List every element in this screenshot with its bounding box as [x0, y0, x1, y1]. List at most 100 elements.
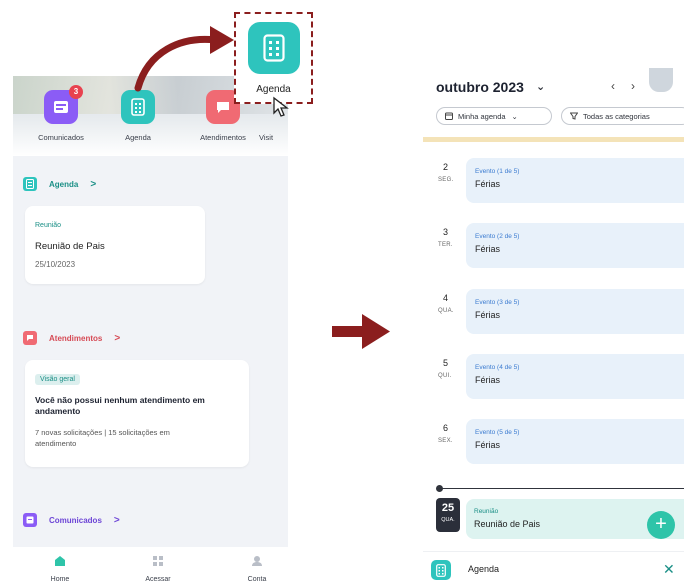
day-number: 25 [441, 502, 455, 514]
bottom-nav: Home Acessar Conta [13, 547, 288, 587]
day-number: 2 [443, 162, 449, 172]
section-title: Agenda [49, 179, 79, 189]
section-agenda[interactable]: Agenda > [23, 177, 96, 191]
filter-categories[interactable]: Todas as categorias [561, 107, 684, 125]
day-weekday: SEX. [438, 438, 453, 444]
day-weekday: SEG. [438, 177, 454, 183]
event-title: Férias [475, 375, 501, 385]
event-category: Reunião [35, 222, 62, 229]
day-row: 4 QUA. Evento (3 de 5) Férias [423, 289, 684, 334]
event-card[interactable]: Evento (5 de 5) Férias [466, 419, 684, 464]
event-card[interactable]: Evento (3 de 5) Férias [466, 289, 684, 334]
notification-badge: 3 [69, 85, 83, 99]
day-number: 4 [443, 293, 449, 303]
nav-label: Home [50, 576, 70, 583]
day-weekday: QUI. [438, 373, 452, 379]
nav-home[interactable]: Home [30, 554, 90, 583]
mouse-pointer-icon [273, 96, 289, 117]
grid-icon [153, 556, 163, 566]
day-weekday: TER. [438, 242, 453, 248]
event-title: Férias [475, 440, 501, 450]
chevron-right-icon: > [90, 178, 97, 190]
section-atendimentos[interactable]: Atendimentos > [23, 331, 120, 345]
event-title: Reunião de Pais [35, 241, 105, 252]
filter-icon [570, 112, 578, 120]
nav-acessar[interactable]: Acessar [128, 554, 188, 583]
event-card[interactable]: Evento (1 de 5) Férias [466, 158, 684, 203]
callout-label: Agenda [256, 84, 291, 95]
event-title: Férias [475, 244, 501, 254]
section-title: Atendimentos [49, 333, 103, 343]
prev-month-button[interactable]: ‹ [611, 79, 615, 93]
today-button[interactable] [649, 68, 673, 92]
filter-label: Todas as categorias [583, 111, 650, 121]
event-card[interactable]: Evento (2 de 5) Férias [466, 223, 684, 268]
agenda-screen: outubro 2023 ⌄ ‹ › Minha agenda ⌄ Todas … [423, 62, 684, 587]
next-month-button[interactable]: › [631, 79, 635, 93]
day-row: 5 QUI. Evento (4 de 5) Férias [423, 354, 684, 399]
curved-arrow-icon [134, 26, 234, 92]
calendar-icon [445, 112, 453, 120]
add-event-button[interactable]: + [647, 511, 675, 539]
day-number: 3 [443, 227, 449, 237]
no-attendance-message: Você não possui nenhum atendimento em an… [35, 395, 205, 416]
event-line: Evento (4 de 5) [475, 364, 520, 371]
agenda-icon [121, 90, 155, 124]
home-icon [55, 556, 65, 566]
home-screen: 3 Comunicados Agenda Atendimentos Visit … [13, 76, 288, 587]
month-title[interactable]: outubro 2023 [436, 79, 524, 95]
chevron-down-icon[interactable]: ⌄ [536, 80, 545, 93]
day-weekday: QUA. [438, 308, 454, 314]
event-category: Reunião [474, 508, 499, 515]
event-card[interactable]: Evento (4 de 5) Férias [466, 354, 684, 399]
day-row: 6 SEX. Evento (5 de 5) Férias [423, 419, 684, 464]
arrow-right-icon [332, 314, 390, 349]
section-title: Comunicados [49, 515, 102, 525]
divider-band [423, 137, 684, 142]
event-title: Férias [475, 310, 501, 320]
overview-pill: Visão geral [35, 374, 80, 385]
nav-conta[interactable]: Conta [227, 554, 287, 583]
agenda-icon [248, 22, 300, 74]
event-line: Evento (3 de 5) [475, 299, 520, 306]
event-title: Reunião de Pais [474, 519, 541, 529]
chevron-right-icon: > [113, 514, 120, 526]
agenda-callout[interactable]: Agenda [234, 12, 313, 104]
sheet-title: Agenda [468, 564, 500, 574]
day-row: 3 TER. Evento (2 de 5) Férias [423, 223, 684, 268]
agenda-card[interactable]: Reunião Reunião de Pais 25/10/2023 [25, 206, 205, 284]
shortcut-agenda[interactable]: Agenda [108, 90, 168, 142]
filter-label: Minha agenda [458, 111, 506, 121]
event-title: Férias [475, 179, 501, 189]
section-comunicados[interactable]: Comunicados > [23, 513, 120, 527]
chevron-right-icon: > [114, 332, 121, 344]
nav-label: Conta [247, 576, 267, 583]
shortcut-label: Visit [259, 133, 274, 142]
atendimentos-card[interactable]: Visão geral Você não possui nenhum atend… [25, 360, 249, 467]
filter-my-agenda[interactable]: Minha agenda ⌄ [436, 107, 552, 125]
event-line: Evento (1 de 5) [475, 168, 520, 175]
user-icon [252, 556, 262, 566]
current-time-line [439, 488, 684, 489]
agenda-icon [23, 177, 37, 191]
day-number: 5 [443, 358, 449, 368]
day-weekday: QUA. [441, 517, 455, 523]
shortcut-comunicados[interactable]: 3 Comunicados [31, 85, 91, 142]
close-icon[interactable]: ✕ [663, 561, 675, 578]
attendance-summary: 7 novas solicitações | 15 solicitações e… [35, 428, 170, 448]
agenda-icon [431, 560, 451, 580]
event-line: Evento (5 de 5) [475, 429, 520, 436]
shortcut-label: Agenda [125, 133, 151, 142]
chevron-down-icon: ⌄ [511, 111, 518, 121]
day-row: 2 SEG. Evento (1 de 5) Férias [423, 158, 684, 203]
day-number: 6 [443, 423, 449, 433]
nav-label: Acessar [145, 576, 171, 583]
agenda-sheet: Agenda ✕ [423, 551, 684, 587]
shortcut-label: Comunicados [38, 133, 84, 142]
shortcut-label: Atendimentos [200, 133, 246, 142]
newspaper-icon [23, 513, 37, 527]
event-date: 25/10/2023 [35, 260, 76, 269]
chat-icon [23, 331, 37, 345]
event-line: Evento (2 de 5) [475, 233, 520, 240]
today-date-box: 25 QUA. [436, 498, 460, 532]
